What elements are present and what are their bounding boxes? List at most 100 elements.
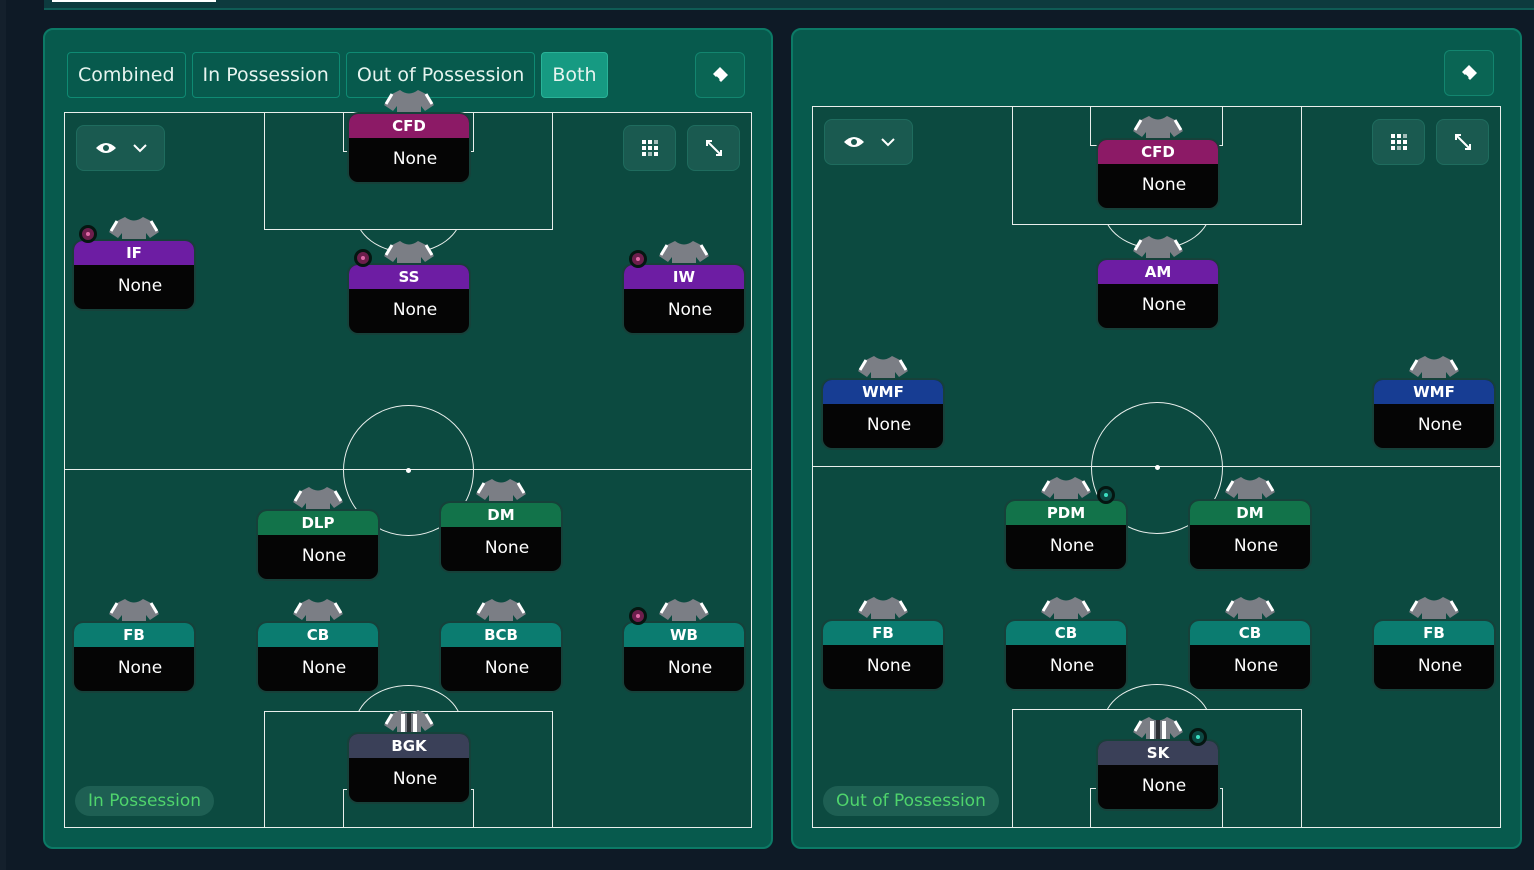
- player-card[interactable]: CB None: [1190, 621, 1310, 689]
- player-name: None: [1141, 295, 1187, 315]
- player-slot[interactable]: FB None: [1374, 595, 1494, 689]
- role-label: FB: [74, 623, 194, 647]
- player-slot[interactable]: CB None: [258, 597, 378, 691]
- trait-gem-icon: [1097, 486, 1115, 504]
- eraser-icon: [1462, 65, 1477, 80]
- expand-button[interactable]: [687, 125, 740, 171]
- role-label: AM: [1098, 260, 1218, 284]
- player-name: None: [392, 300, 438, 320]
- player-slot[interactable]: BCB None: [441, 597, 561, 691]
- player-card[interactable]: DLP None: [258, 511, 378, 579]
- role-label: BCB: [441, 623, 561, 647]
- role-label: WB: [624, 623, 744, 647]
- clear-button[interactable]: [695, 52, 745, 98]
- player-card[interactable]: WMF None: [823, 380, 943, 448]
- player-name: None: [117, 276, 163, 296]
- player-name: None: [1141, 175, 1187, 195]
- trait-gem-icon: [354, 249, 372, 267]
- player-name: None: [117, 658, 163, 678]
- player-name: None: [484, 658, 530, 678]
- player-slot[interactable]: DM None: [1190, 475, 1310, 569]
- expand-button[interactable]: [1436, 119, 1489, 165]
- player-card[interactable]: FB None: [823, 621, 943, 689]
- role-label: PDM: [1006, 501, 1126, 525]
- trait-gem-icon: [79, 225, 97, 243]
- player-card[interactable]: FB None: [1374, 621, 1494, 689]
- player-card[interactable]: CFD None: [1098, 140, 1218, 208]
- player-slot[interactable]: CB None: [1006, 595, 1126, 689]
- player-slot[interactable]: WMF None: [823, 354, 943, 448]
- player-card[interactable]: CB None: [1006, 621, 1126, 689]
- player-name: None: [1233, 536, 1279, 556]
- visibility-dropdown[interactable]: [824, 119, 913, 165]
- player-slot[interactable]: CFD None: [1098, 114, 1218, 208]
- eraser-icon: [713, 67, 728, 82]
- trait-gem-icon: [629, 250, 647, 268]
- player-card[interactable]: BGK None: [349, 734, 469, 802]
- player-card[interactable]: AM None: [1098, 260, 1218, 328]
- grid-icon: [1390, 134, 1407, 150]
- player-name: None: [667, 658, 713, 678]
- player-slot[interactable]: FB None: [74, 597, 194, 691]
- chevron-down-icon: [132, 143, 147, 152]
- player-card[interactable]: SS None: [349, 265, 469, 333]
- chevron-down-icon: [880, 137, 895, 146]
- player-card[interactable]: DM None: [441, 503, 561, 571]
- window-edge: [0, 0, 6, 870]
- player-name: None: [301, 546, 347, 566]
- role-label: IW: [624, 265, 744, 289]
- active-indicator: [52, 0, 216, 2]
- player-card[interactable]: FB None: [74, 623, 194, 691]
- centre-spot: [1155, 465, 1160, 470]
- grid-icon: [641, 140, 658, 156]
- player-name: None: [1417, 415, 1463, 435]
- trait-gem-icon: [1189, 728, 1207, 746]
- player-slot[interactable]: CFD None: [349, 88, 469, 182]
- role-label: CB: [258, 623, 378, 647]
- player-name: None: [301, 658, 347, 678]
- player-card[interactable]: DM None: [1190, 501, 1310, 569]
- player-name: None: [866, 656, 912, 676]
- player-slot[interactable]: CB None: [1190, 595, 1310, 689]
- player-card[interactable]: CB None: [258, 623, 378, 691]
- player-card[interactable]: CFD None: [349, 114, 469, 182]
- player-card[interactable]: SK None: [1098, 741, 1218, 809]
- clear-button[interactable]: [1444, 50, 1494, 96]
- player-card[interactable]: PDM None: [1006, 501, 1126, 569]
- player-card[interactable]: WB None: [624, 623, 744, 691]
- player-name: None: [1141, 776, 1187, 796]
- player-name: None: [484, 538, 530, 558]
- role-label: IF: [74, 241, 194, 265]
- player-slot[interactable]: DM None: [441, 477, 561, 571]
- player-name: None: [1049, 536, 1095, 556]
- player-card[interactable]: BCB None: [441, 623, 561, 691]
- view-tabs: Combined In Possession Out of Possession…: [67, 52, 608, 98]
- role-label: DM: [1190, 501, 1310, 525]
- grid-view-button[interactable]: [1372, 119, 1425, 165]
- player-slot[interactable]: DLP None: [258, 485, 378, 579]
- player-card[interactable]: IF None: [74, 241, 194, 309]
- player-name: None: [1233, 656, 1279, 676]
- player-slot[interactable]: FB None: [823, 595, 943, 689]
- role-label: CFD: [1098, 140, 1218, 164]
- player-card[interactable]: IW None: [624, 265, 744, 333]
- visibility-dropdown[interactable]: [76, 125, 165, 171]
- player-slot[interactable]: AM None: [1098, 234, 1218, 328]
- centre-spot: [406, 468, 411, 473]
- player-slot[interactable]: BGK None: [349, 708, 469, 802]
- role-label: CFD: [349, 114, 469, 138]
- player-name: None: [392, 149, 438, 169]
- grid-view-button[interactable]: [623, 125, 676, 171]
- trait-gem-icon: [629, 607, 647, 625]
- expand-icon: [1454, 134, 1471, 150]
- phase-label: In Possession: [75, 786, 215, 816]
- role-label: CB: [1006, 621, 1126, 645]
- role-label: DLP: [258, 511, 378, 535]
- tab-in-possession[interactable]: In Possession: [191, 52, 340, 98]
- tab-both[interactable]: Both: [541, 52, 608, 98]
- role-label: WMF: [1374, 380, 1494, 404]
- tab-combined[interactable]: Combined: [67, 52, 186, 98]
- player-card[interactable]: WMF None: [1374, 380, 1494, 448]
- player-slot[interactable]: WMF None: [1374, 354, 1494, 448]
- eye-icon: [95, 143, 116, 153]
